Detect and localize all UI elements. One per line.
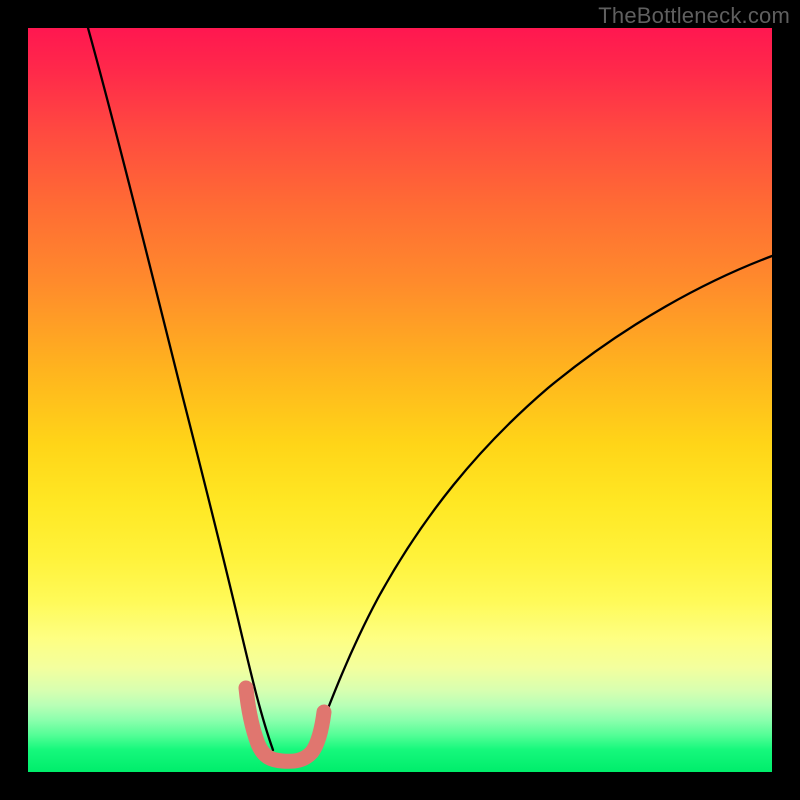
right-curve <box>312 256 772 750</box>
curve-layer <box>28 28 772 772</box>
plot-area <box>28 28 772 772</box>
chart-frame: TheBottleneck.com <box>0 0 800 800</box>
watermark-text: TheBottleneck.com <box>598 3 790 29</box>
left-curve <box>88 28 273 750</box>
